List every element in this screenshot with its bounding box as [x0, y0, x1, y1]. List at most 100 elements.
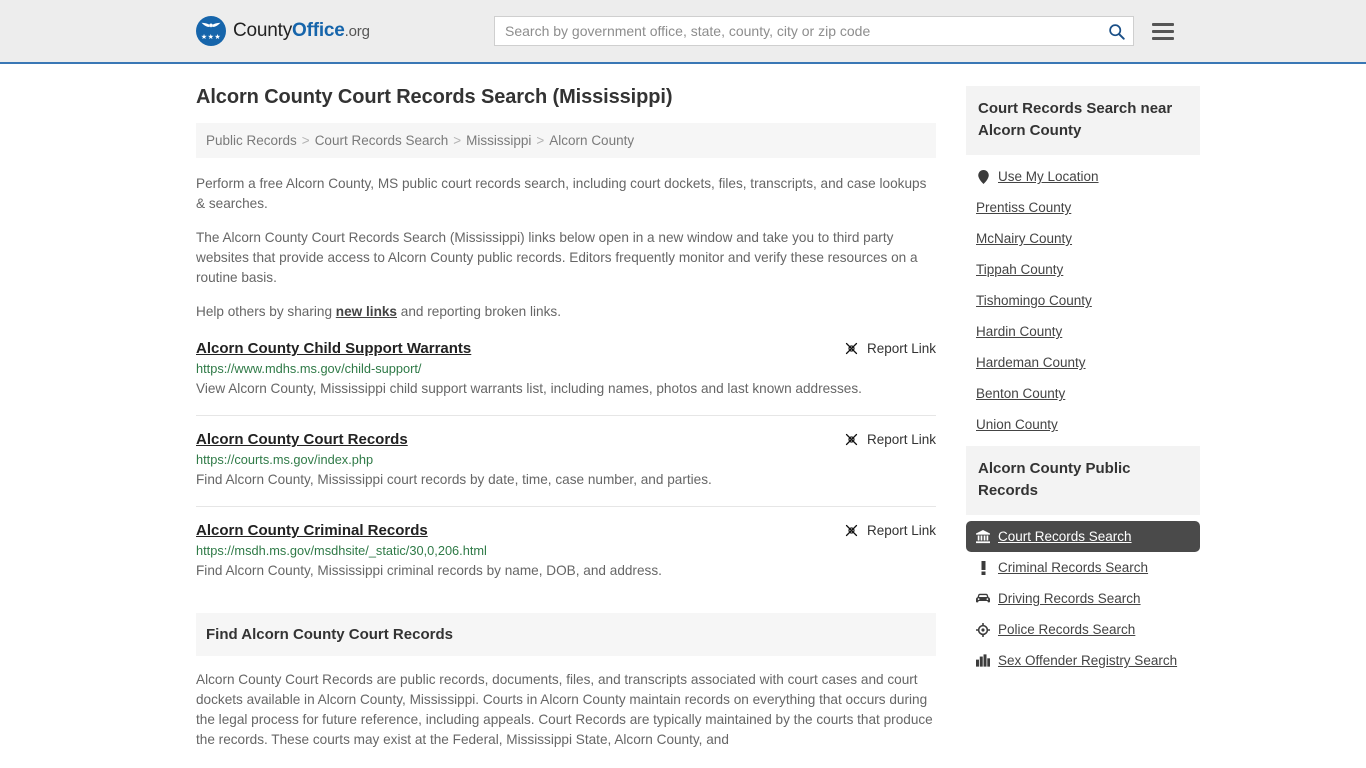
breadcrumb-item-court-records-search[interactable]: Court Records Search	[315, 133, 449, 148]
sidebar-item-label[interactable]: Police Records Search	[998, 622, 1135, 637]
logo-word-county: County	[233, 20, 293, 41]
search-bar[interactable]	[494, 16, 1134, 46]
sidebar-item-label[interactable]: Union County	[976, 417, 1058, 432]
new-links-link[interactable]: new links	[336, 304, 397, 319]
sidebar-item-hardeman-county[interactable]: Hardeman County	[966, 347, 1200, 378]
report-link-button[interactable]: Report Link	[844, 523, 936, 538]
sidebar-item-hardin-county[interactable]: Hardin County	[966, 316, 1200, 347]
sidebar-item-label[interactable]: Driving Records Search	[998, 591, 1141, 606]
sidebar: Court Records Search near Alcorn County …	[966, 86, 1200, 750]
report-link-label: Report Link	[866, 341, 936, 356]
county-office-eagle-logo-icon: ★★★	[196, 16, 226, 46]
site-logo[interactable]: ★★★ CountyOffice.org	[196, 16, 370, 46]
bank-icon	[976, 529, 990, 544]
sidebar-item-label[interactable]: Use My Location	[998, 169, 1099, 184]
sidebar-item-label[interactable]: Court Records Search	[998, 529, 1132, 544]
sidebar-item-label[interactable]: Tishomingo County	[976, 293, 1092, 308]
target-icon	[976, 622, 990, 637]
search-icon	[1108, 23, 1125, 40]
share-text-after: and reporting broken links.	[397, 304, 561, 319]
result-description: Find Alcorn County, Mississippi court re…	[196, 472, 712, 487]
report-link-label: Report Link	[866, 523, 936, 538]
sidebar-item-label[interactable]: Tippah County	[976, 262, 1063, 277]
public-records-list: Court Records Search Criminal Records Se…	[966, 515, 1200, 676]
sidebar-item-prentiss-county[interactable]: Prentiss County	[966, 192, 1200, 223]
intro-text: Perform a free Alcorn County, MS public …	[196, 174, 936, 322]
public-records-heading: Alcorn County Public Records	[966, 446, 1200, 515]
target-glyph	[976, 622, 990, 637]
find-records-body: Alcorn County Court Records are public r…	[196, 672, 933, 747]
result-url: https://msdh.ms.gov/msdhsite/_static/30,…	[196, 543, 487, 558]
sidebar-item-tippah-county[interactable]: Tippah County	[966, 254, 1200, 285]
result-title-link[interactable]: Alcorn County Criminal Records	[196, 522, 428, 539]
result-description: Find Alcorn County, Mississippi criminal…	[196, 563, 662, 578]
report-link-button[interactable]: Report Link	[844, 432, 936, 447]
result-title-link[interactable]: Alcorn County Child Support Warrants	[196, 340, 471, 357]
intro-paragraph-2: The Alcorn County Court Records Search (…	[196, 230, 918, 285]
sidebar-item-label[interactable]: McNairy County	[976, 231, 1072, 246]
result-item: Alcorn County Child Support Warrants Rep…	[196, 340, 936, 415]
result-item: Alcorn County Court Records Report Link …	[196, 415, 936, 506]
logo-word-org: .org	[344, 23, 370, 40]
nearby-counties-card: Court Records Search near Alcorn County …	[966, 86, 1200, 440]
result-title-link[interactable]: Alcorn County Court Records	[196, 431, 408, 448]
broken-link-icon	[845, 342, 858, 355]
sidebar-item-sex-offender-registry-search[interactable]: Sex Offender Registry Search	[966, 645, 1200, 676]
sidebar-item-tishomingo-county[interactable]: Tishomingo County	[966, 285, 1200, 316]
sidebar-item-police-records-search[interactable]: Police Records Search	[966, 614, 1200, 645]
map-pin-glyph	[977, 169, 989, 184]
sidebar-item-label[interactable]: Criminal Records Search	[998, 560, 1148, 575]
logo-stars: ★★★	[200, 34, 222, 41]
intro-paragraph-1: Perform a free Alcorn County, MS public …	[196, 176, 927, 211]
map-pin-icon	[976, 169, 990, 184]
sidebar-item-benton-county[interactable]: Benton County	[966, 378, 1200, 409]
sidebar-item-use-my-location[interactable]: Use My Location	[966, 161, 1200, 192]
sidebar-item-label[interactable]: Sex Offender Registry Search	[998, 653, 1177, 668]
logo-wordmark: CountyOffice.org	[233, 20, 370, 42]
result-url: https://www.mdhs.ms.gov/child-support/	[196, 361, 422, 376]
sidebar-item-driving-records-search[interactable]: Driving Records Search	[966, 583, 1200, 614]
bank-glyph	[976, 529, 990, 543]
site-header: ★★★ CountyOffice.org	[0, 0, 1366, 64]
exclamation-icon	[976, 560, 990, 575]
page-wrapper: Alcorn County Court Records Search (Miss…	[0, 64, 1366, 750]
car-icon	[976, 592, 990, 606]
search-input[interactable]	[495, 17, 1099, 45]
sidebar-item-mcnairy-county[interactable]: McNairy County	[966, 223, 1200, 254]
breadcrumb-separator-icon: >	[301, 133, 310, 148]
sidebar-item-label[interactable]: Benton County	[976, 386, 1065, 401]
hamburger-bar	[1152, 36, 1174, 40]
buildings-glyph	[976, 654, 990, 667]
report-link-button[interactable]: Report Link	[844, 341, 936, 356]
result-item: Alcorn County Criminal Records Report Li…	[196, 506, 936, 597]
intro-paragraph-3: Help others by sharing new links and rep…	[196, 302, 936, 322]
buildings-icon	[976, 654, 990, 668]
broken-link-icon	[845, 524, 858, 537]
sidebar-item-court-records-search[interactable]: Court Records Search	[966, 521, 1200, 552]
hamburger-bar	[1152, 29, 1174, 33]
hamburger-menu-icon[interactable]	[1152, 19, 1174, 44]
find-records-heading: Find Alcorn County Court Records	[196, 613, 936, 656]
result-list: Alcorn County Child Support Warrants Rep…	[196, 340, 936, 597]
breadcrumb-item-alcorn-county[interactable]: Alcorn County	[549, 133, 634, 148]
broken-link-icon	[845, 433, 858, 446]
logo-word-office: Office	[292, 20, 345, 41]
breadcrumb-item-mississippi[interactable]: Mississippi	[466, 133, 531, 148]
page-title: Alcorn County Court Records Search (Miss…	[196, 86, 673, 108]
breadcrumb-separator-icon: >	[453, 133, 462, 148]
sidebar-item-label[interactable]: Hardeman County	[976, 355, 1086, 370]
search-button[interactable]	[1099, 17, 1133, 45]
exclamation-glyph	[981, 560, 985, 575]
breadcrumb-item-public-records[interactable]: Public Records	[206, 133, 297, 148]
report-link-label: Report Link	[866, 432, 936, 447]
breadcrumb: Public Records > Court Records Search > Miss…	[196, 123, 936, 158]
car-glyph	[976, 593, 990, 603]
sidebar-item-label[interactable]: Hardin County	[976, 324, 1062, 339]
result-url: https://courts.ms.gov/index.php	[196, 452, 374, 467]
sidebar-item-union-county[interactable]: Union County	[966, 409, 1200, 440]
sidebar-item-criminal-records-search[interactable]: Criminal Records Search	[966, 552, 1200, 583]
nearby-counties-list: Use My Location Prentiss County McNairy …	[966, 155, 1200, 440]
result-description: View Alcorn County, Mississippi child su…	[196, 381, 862, 396]
sidebar-item-label[interactable]: Prentiss County	[976, 200, 1071, 215]
eagle-wings-icon	[201, 22, 221, 28]
